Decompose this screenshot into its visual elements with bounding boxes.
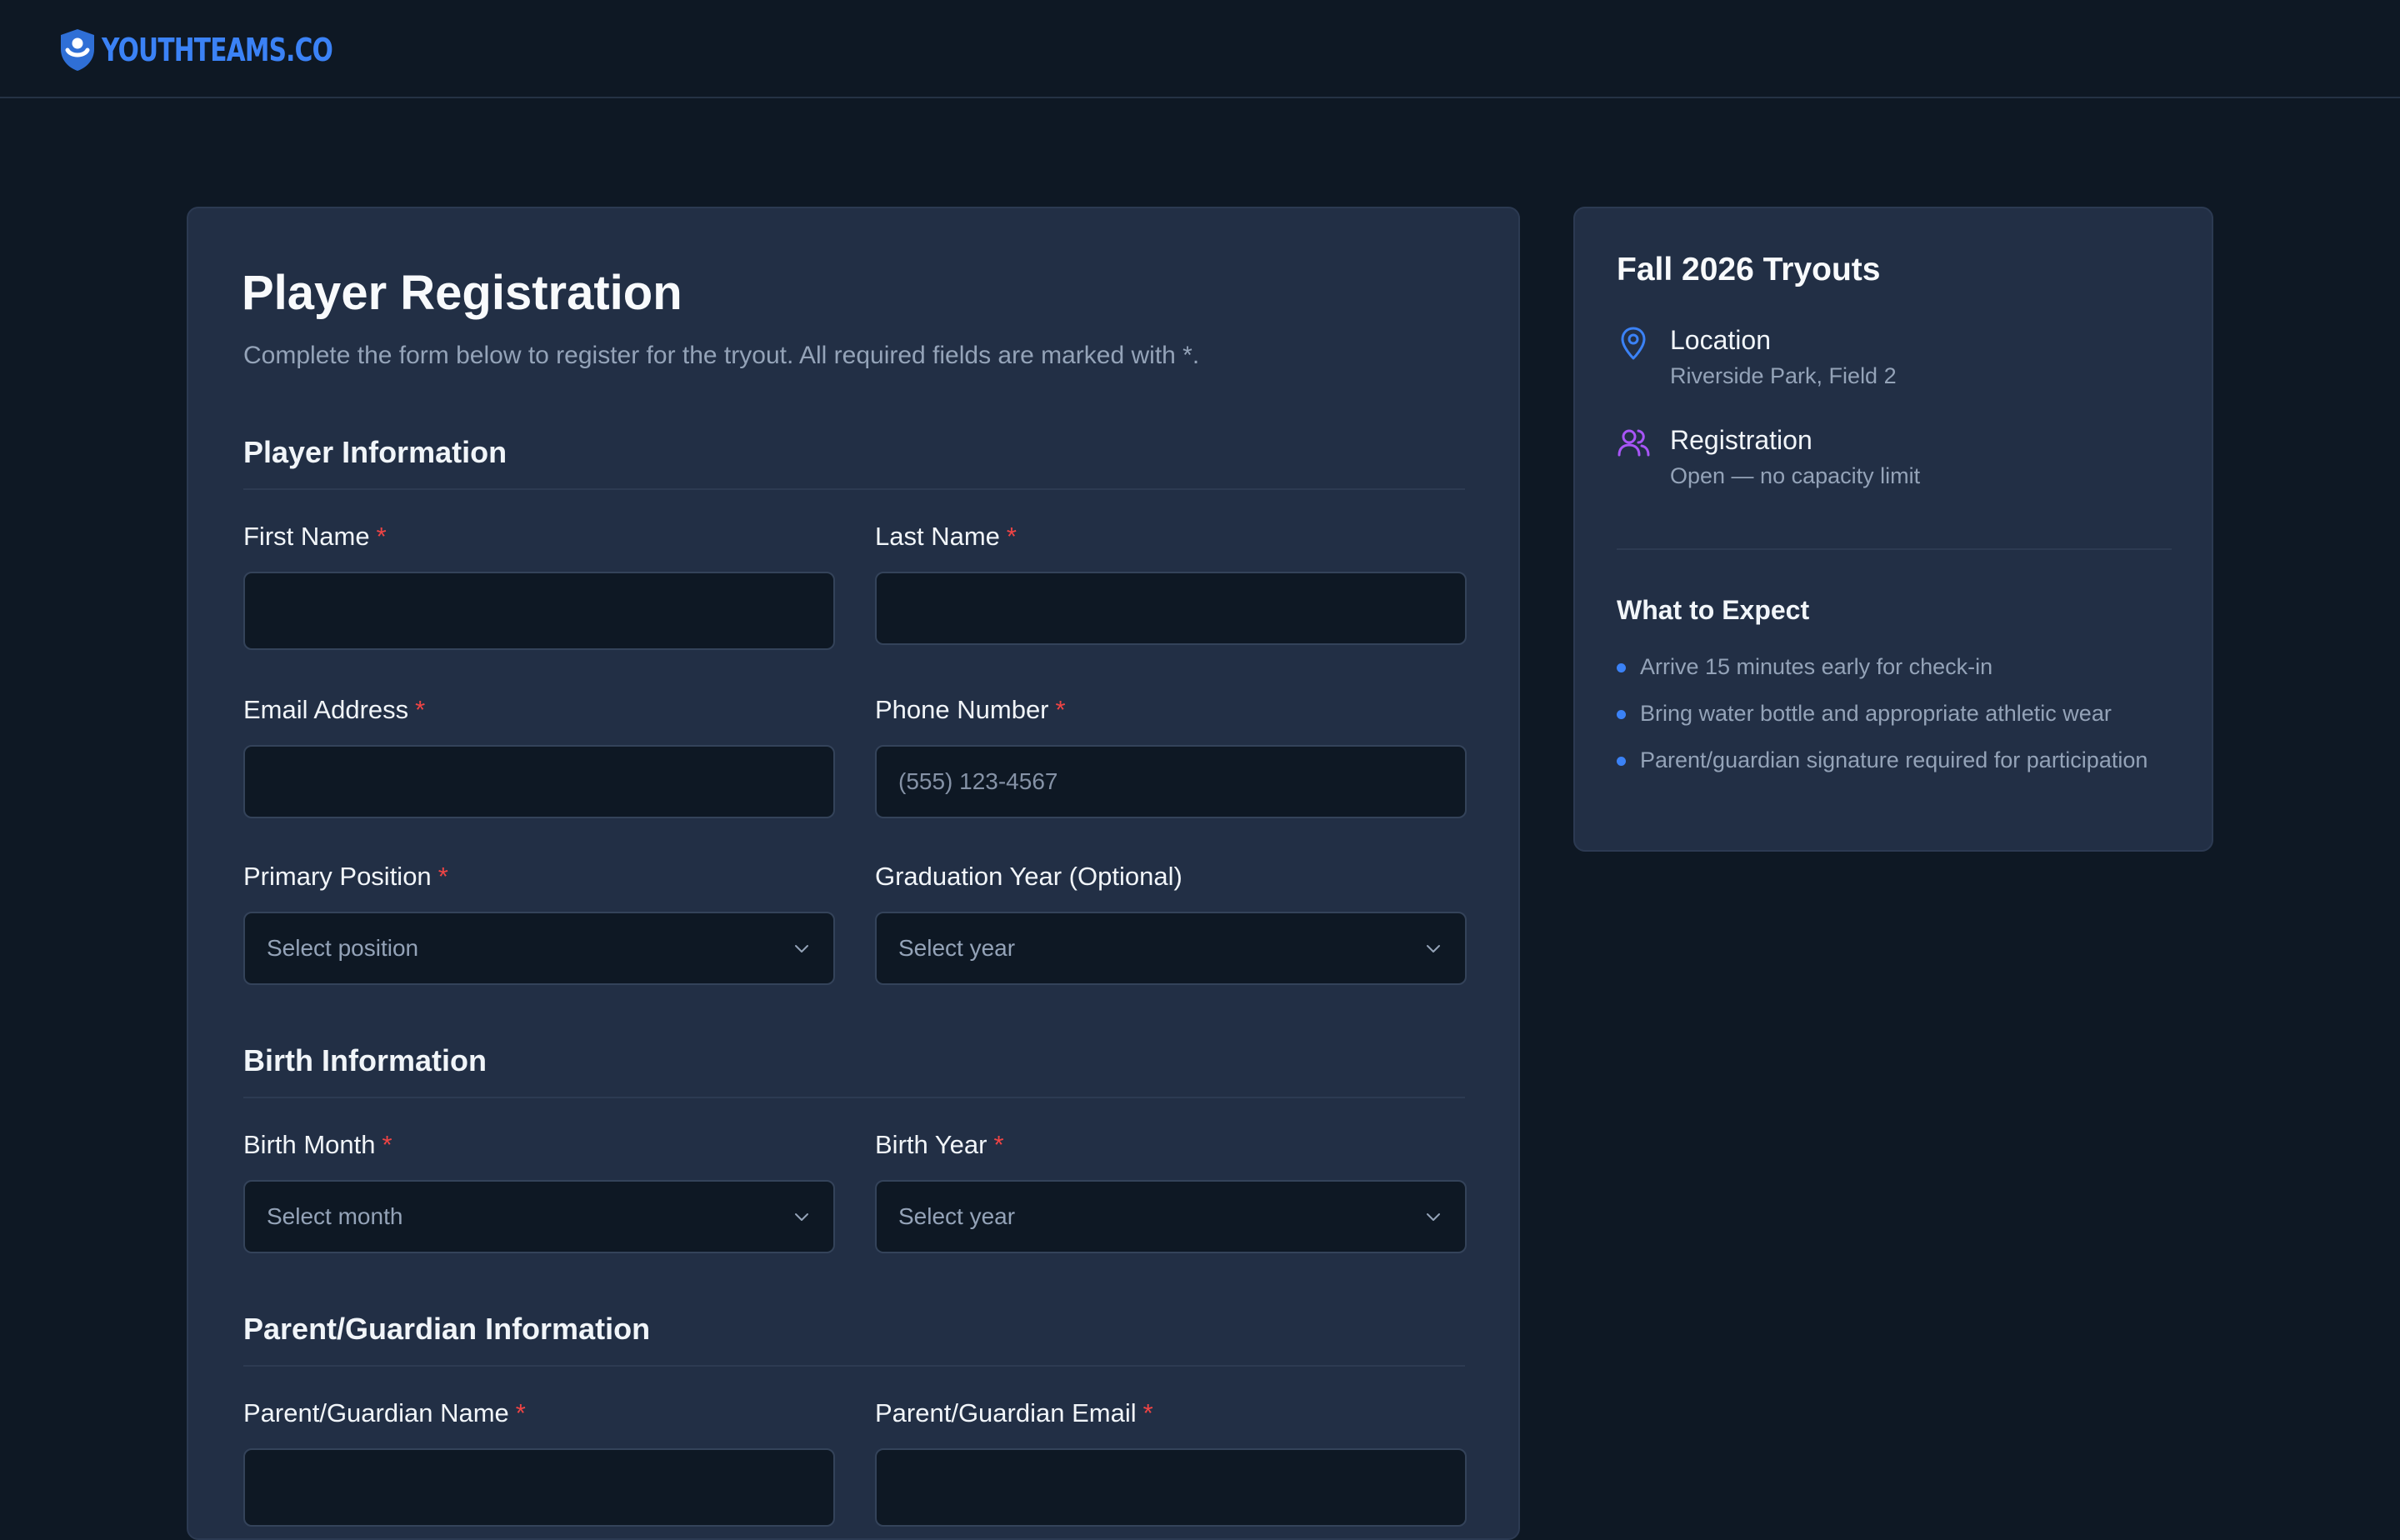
guardian-email-label: Parent/Guardian Email * xyxy=(875,1398,1153,1428)
chevron-down-icon xyxy=(1427,945,1440,952)
registration-label: Registration xyxy=(1670,425,1812,455)
primary-position-selected: Select position xyxy=(267,935,419,961)
last-name-input[interactable] xyxy=(875,572,1467,645)
event-info-card: Fall 2026 Tryouts Location Riverside Par… xyxy=(1573,207,2213,852)
location-label: Location xyxy=(1670,325,1771,355)
primary-position-select[interactable]: Select position xyxy=(243,912,835,985)
graduation-year-label: Graduation Year (Optional) xyxy=(875,862,1182,891)
list-item: Parent/guardian signature required for p… xyxy=(1617,743,2183,777)
email-address-label: Email Address * xyxy=(243,695,426,724)
section-divider xyxy=(243,488,1465,490)
birth-month-label: Birth Month * xyxy=(243,1130,392,1159)
last-name-label: Last Name * xyxy=(875,522,1017,551)
registration-form-card: Player Registration Complete the form be… xyxy=(187,207,1520,1540)
required-marker: * xyxy=(515,1398,526,1428)
brand-logo-link[interactable]: YouthTeams.co xyxy=(58,27,398,73)
chevron-down-icon xyxy=(795,1213,808,1221)
required-marker: * xyxy=(376,522,387,551)
event-title: Fall 2026 Tryouts xyxy=(1617,252,1881,288)
brand-name: YouthTeams.co xyxy=(102,32,333,68)
section-divider xyxy=(243,1097,1465,1098)
what-to-expect-title: What to Expect xyxy=(1617,595,1810,625)
required-marker: * xyxy=(993,1130,1004,1159)
primary-position-label: Primary Position * xyxy=(243,862,448,891)
section-title-guardian-information: Parent/Guardian Information xyxy=(243,1312,651,1346)
chevron-down-icon xyxy=(1427,1213,1440,1221)
first-name-input[interactable] xyxy=(243,572,835,650)
bullet-icon xyxy=(1617,757,1626,766)
birth-month-select[interactable]: Select month xyxy=(243,1180,835,1253)
graduation-year-select[interactable]: Select year xyxy=(875,912,1467,985)
birth-month-selected: Select month xyxy=(267,1203,403,1229)
required-marker: * xyxy=(382,1130,392,1159)
graduation-year-selected: Select year xyxy=(898,935,1016,961)
birth-year-selected: Select year xyxy=(898,1203,1016,1229)
list-item: Bring water bottle and appropriate athle… xyxy=(1617,697,2183,730)
birth-year-label: Birth Year * xyxy=(875,1130,1004,1159)
shield-person-icon xyxy=(61,29,94,71)
users-icon xyxy=(1618,429,1650,457)
required-marker: * xyxy=(1055,695,1066,724)
map-pin-icon xyxy=(1621,327,1646,360)
required-marker: * xyxy=(1142,1398,1153,1428)
what-to-expect-list: Arrive 15 minutes early for check-in Bri… xyxy=(1617,650,2183,790)
email-address-input[interactable] xyxy=(243,745,835,818)
bullet-icon xyxy=(1617,663,1626,672)
first-name-label: First Name * xyxy=(243,522,387,551)
section-divider xyxy=(243,1365,1465,1367)
section-title-birth-information: Birth Information xyxy=(243,1043,487,1078)
info-divider xyxy=(1617,548,2172,550)
page-subtitle: Complete the form below to register for … xyxy=(243,342,1200,369)
guardian-name-input[interactable] xyxy=(243,1448,835,1527)
top-nav-bar: YouthTeams.co xyxy=(0,0,2400,98)
section-title-player-information: Player Information xyxy=(243,435,508,469)
required-marker: * xyxy=(1006,522,1017,551)
location-value: Riverside Park, Field 2 xyxy=(1670,363,1897,388)
phone-number-input[interactable] xyxy=(875,745,1467,818)
registration-value: Open — no capacity limit xyxy=(1670,463,1921,488)
bullet-icon xyxy=(1617,710,1626,719)
required-marker: * xyxy=(438,862,448,891)
guardian-name-label: Parent/Guardian Name * xyxy=(243,1398,526,1428)
phone-number-label: Phone Number * xyxy=(875,695,1066,724)
page-title: Player Registration xyxy=(242,266,682,320)
required-marker: * xyxy=(415,695,426,724)
list-item: Arrive 15 minutes early for check-in xyxy=(1617,650,2183,683)
guardian-email-input[interactable] xyxy=(875,1448,1467,1527)
chevron-down-icon xyxy=(795,945,808,952)
birth-year-select[interactable]: Select year xyxy=(875,1180,1467,1253)
